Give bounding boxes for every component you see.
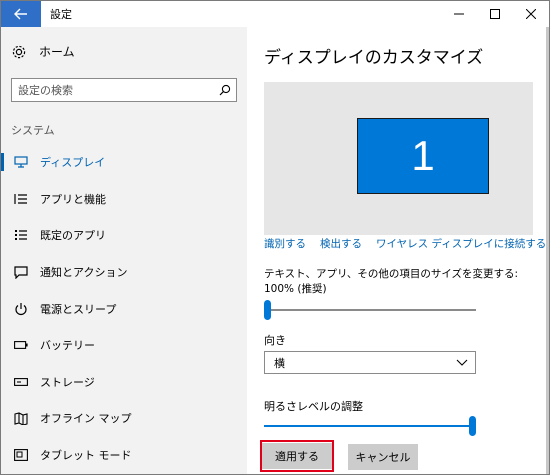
gear-icon bbox=[11, 44, 27, 60]
search-icon[interactable] bbox=[214, 84, 236, 96]
monitor-tile[interactable]: 1 bbox=[357, 118, 489, 194]
monitor-icon bbox=[13, 154, 29, 170]
sidebar-item-label: アプリと機能 bbox=[40, 192, 106, 206]
identify-link[interactable]: 識別する bbox=[264, 236, 306, 251]
chevron-down-icon bbox=[456, 359, 468, 366]
sidebar-item-label: 既定のアプリ bbox=[40, 229, 106, 243]
sidebar-item-storage[interactable]: ストレージ bbox=[1, 364, 247, 401]
sidebar-item-battery[interactable]: バッテリー bbox=[1, 327, 247, 364]
window-title: 設定 bbox=[50, 8, 72, 21]
cancel-button[interactable]: キャンセル bbox=[348, 444, 418, 470]
notification-icon bbox=[13, 264, 29, 280]
minimize-icon bbox=[454, 13, 464, 15]
sidebar-item-power[interactable]: 電源とスリープ bbox=[1, 290, 247, 327]
sidebar-item-label: 通知とアクション bbox=[40, 266, 128, 280]
sidebar: ホーム システム ディスプレイ ア bbox=[1, 27, 247, 474]
page-title: ディスプレイのカスタマイズ bbox=[264, 48, 484, 68]
slider-thumb[interactable] bbox=[469, 416, 476, 436]
close-button[interactable] bbox=[513, 1, 549, 27]
brightness-label: 明るさレベルの調整 bbox=[264, 400, 363, 413]
sidebar-home-label: ホーム bbox=[39, 45, 75, 59]
title-bar: 設定 bbox=[1, 1, 549, 27]
battery-icon bbox=[13, 337, 29, 353]
display-links: 識別する 検出する ワイヤレス ディスプレイに接続する bbox=[264, 236, 549, 251]
sidebar-item-label: タブレット モード bbox=[40, 449, 132, 463]
arrow-left-icon bbox=[14, 8, 27, 20]
sidebar-item-label: オフライン マップ bbox=[40, 412, 132, 426]
detect-link[interactable]: 検出する bbox=[320, 236, 362, 251]
wireless-display-link[interactable]: ワイヤレス ディスプレイに接続する bbox=[376, 236, 546, 251]
display-preview: 1 bbox=[264, 82, 533, 235]
orientation-select[interactable]: 横 bbox=[264, 351, 476, 374]
brightness-slider[interactable] bbox=[264, 416, 476, 436]
settings-window: 設定 ホーム 設定の検索 システム ディスプレイ アプリと機能 既定のアプリ 通… bbox=[0, 0, 550, 475]
minimize-button[interactable] bbox=[441, 1, 477, 27]
maximize-icon bbox=[490, 9, 500, 19]
slider-thumb[interactable] bbox=[264, 300, 271, 320]
apply-highlight: 適用する bbox=[260, 440, 334, 472]
apply-button[interactable]: 適用する bbox=[262, 443, 332, 469]
close-icon bbox=[526, 9, 536, 19]
tablet-icon bbox=[13, 447, 29, 463]
sidebar-nav: ディスプレイ アプリと機能 既定のアプリ 通知とアクション 電源とスリープ バッ… bbox=[1, 144, 247, 473]
slider-fill bbox=[264, 425, 473, 427]
scrollbar[interactable] bbox=[546, 27, 549, 474]
monitor-number: 1 bbox=[411, 132, 435, 179]
slider-track bbox=[264, 309, 476, 311]
back-button[interactable] bbox=[1, 1, 41, 27]
sidebar-item-label: バッテリー bbox=[40, 339, 95, 353]
sidebar-home[interactable]: ホーム bbox=[11, 43, 75, 60]
sidebar-item-default-apps[interactable]: 既定のアプリ bbox=[1, 217, 247, 254]
search-box[interactable] bbox=[11, 78, 237, 102]
sidebar-item-label: ディスプレイ bbox=[40, 156, 106, 170]
sidebar-item-offline-maps[interactable]: オフライン マップ bbox=[1, 400, 247, 437]
section-label: システム bbox=[11, 124, 55, 137]
maximize-button[interactable] bbox=[477, 1, 513, 27]
sidebar-item-apps[interactable]: アプリと機能 bbox=[1, 181, 247, 218]
orientation-value: 横 bbox=[274, 356, 285, 370]
scale-slider[interactable] bbox=[264, 300, 476, 320]
sidebar-item-notifications[interactable]: 通知とアクション bbox=[1, 254, 247, 291]
sidebar-item-display[interactable]: ディスプレイ bbox=[1, 144, 247, 181]
main-content: ディスプレイのカスタマイズ 1 識別する 検出する ワイヤレス ディスプレイに接… bbox=[247, 27, 549, 474]
scale-label: テキスト、アプリ、その他の項目のサイズを変更する: 100% (推奨) bbox=[264, 268, 519, 295]
map-icon bbox=[13, 410, 29, 426]
storage-icon bbox=[13, 374, 29, 390]
sidebar-item-label: ストレージ bbox=[40, 375, 95, 389]
power-icon bbox=[13, 301, 29, 317]
app-list-icon bbox=[13, 191, 29, 207]
default-apps-icon bbox=[13, 227, 29, 243]
sidebar-item-label: 電源とスリープ bbox=[40, 302, 117, 316]
sidebar-item-tablet-mode[interactable]: タブレット モード bbox=[1, 437, 247, 474]
orientation-label: 向き bbox=[264, 334, 286, 347]
search-input[interactable] bbox=[12, 79, 214, 101]
